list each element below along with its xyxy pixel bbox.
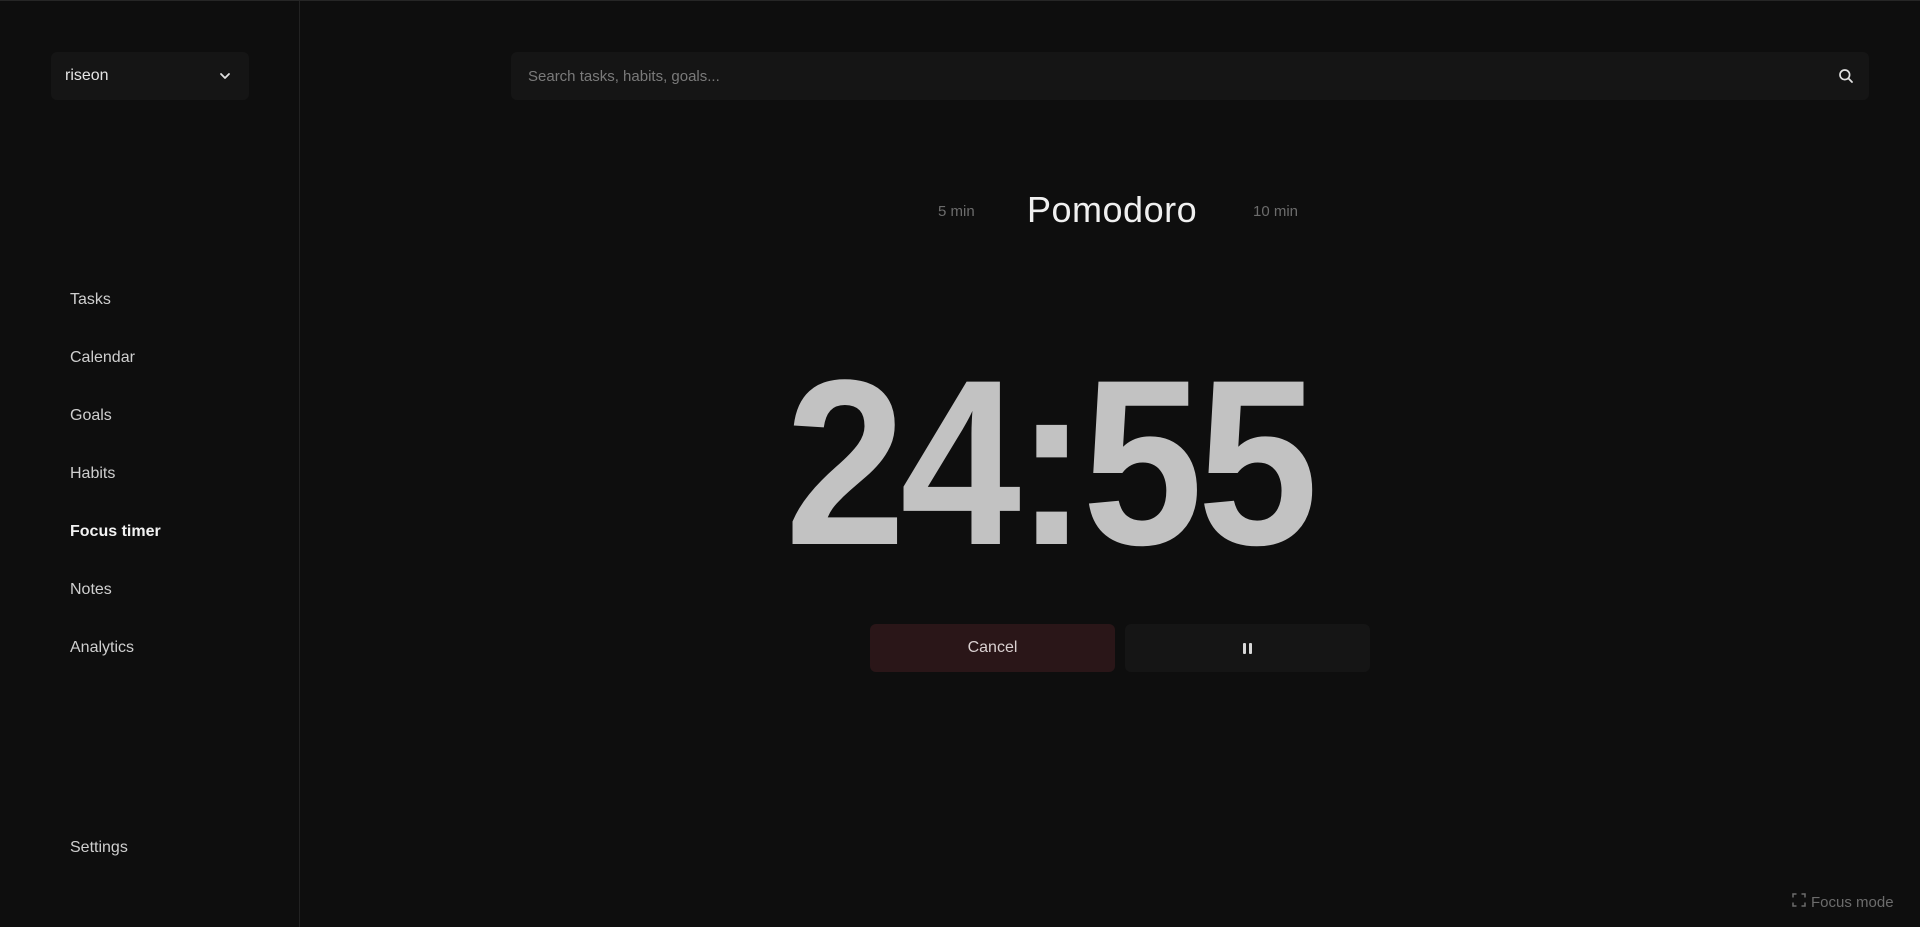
timer-display: 24:55	[785, 331, 1318, 595]
chevron-down-icon	[217, 68, 233, 84]
focus-mode-button[interactable]: Focus mode	[1792, 893, 1894, 911]
pause-button[interactable]	[1125, 624, 1370, 672]
timer-mode-selector: 5 min Pomodoro 10 min	[0, 187, 1920, 235]
sidebar-item-label: Notes	[70, 581, 112, 598]
sidebar-item-label: Tasks	[70, 291, 111, 308]
sidebar-item-notes[interactable]: Notes	[70, 561, 161, 619]
sidebar-item-tasks[interactable]: Tasks	[70, 271, 161, 329]
mode-current[interactable]: Pomodoro	[1027, 189, 1197, 231]
search-input[interactable]	[526, 66, 1837, 86]
workspace-switcher[interactable]: riseon	[51, 52, 249, 100]
fullscreen-icon	[1792, 893, 1806, 911]
sidebar-item-calendar[interactable]: Calendar	[70, 329, 161, 387]
mode-next[interactable]: 10 min	[1253, 203, 1298, 220]
search-icon[interactable]	[1837, 67, 1855, 85]
focus-mode-label: Focus mode	[1811, 893, 1894, 911]
sidebar-item-analytics[interactable]: Analytics	[70, 619, 161, 677]
sidebar-item-label: Calendar	[70, 349, 135, 366]
mode-previous[interactable]: 5 min	[938, 203, 975, 220]
workspace-name: riseon	[65, 67, 109, 84]
sidebar-item-habits[interactable]: Habits	[70, 445, 161, 503]
cancel-button-label: Cancel	[967, 639, 1018, 656]
pause-icon	[1243, 642, 1252, 654]
sidebar-item-label: Focus timer	[70, 523, 161, 540]
search-bar	[511, 52, 1869, 100]
sidebar-nav: Tasks Calendar Goals Habits Focus timer …	[70, 271, 161, 677]
sidebar-item-goals[interactable]: Goals	[70, 387, 161, 445]
app-window: riseon Tasks Calendar Goals Habits Focus…	[0, 0, 1920, 927]
sidebar: riseon Tasks Calendar Goals Habits Focus…	[0, 1, 300, 927]
cancel-button[interactable]: Cancel	[870, 624, 1115, 672]
sidebar-item-label: Analytics	[70, 639, 135, 656]
sidebar-item-label: Goals	[70, 407, 112, 424]
sidebar-item-settings[interactable]: Settings	[70, 839, 128, 857]
sidebar-item-label: Habits	[70, 465, 116, 482]
sidebar-item-focus-timer[interactable]: Focus timer	[70, 503, 161, 561]
